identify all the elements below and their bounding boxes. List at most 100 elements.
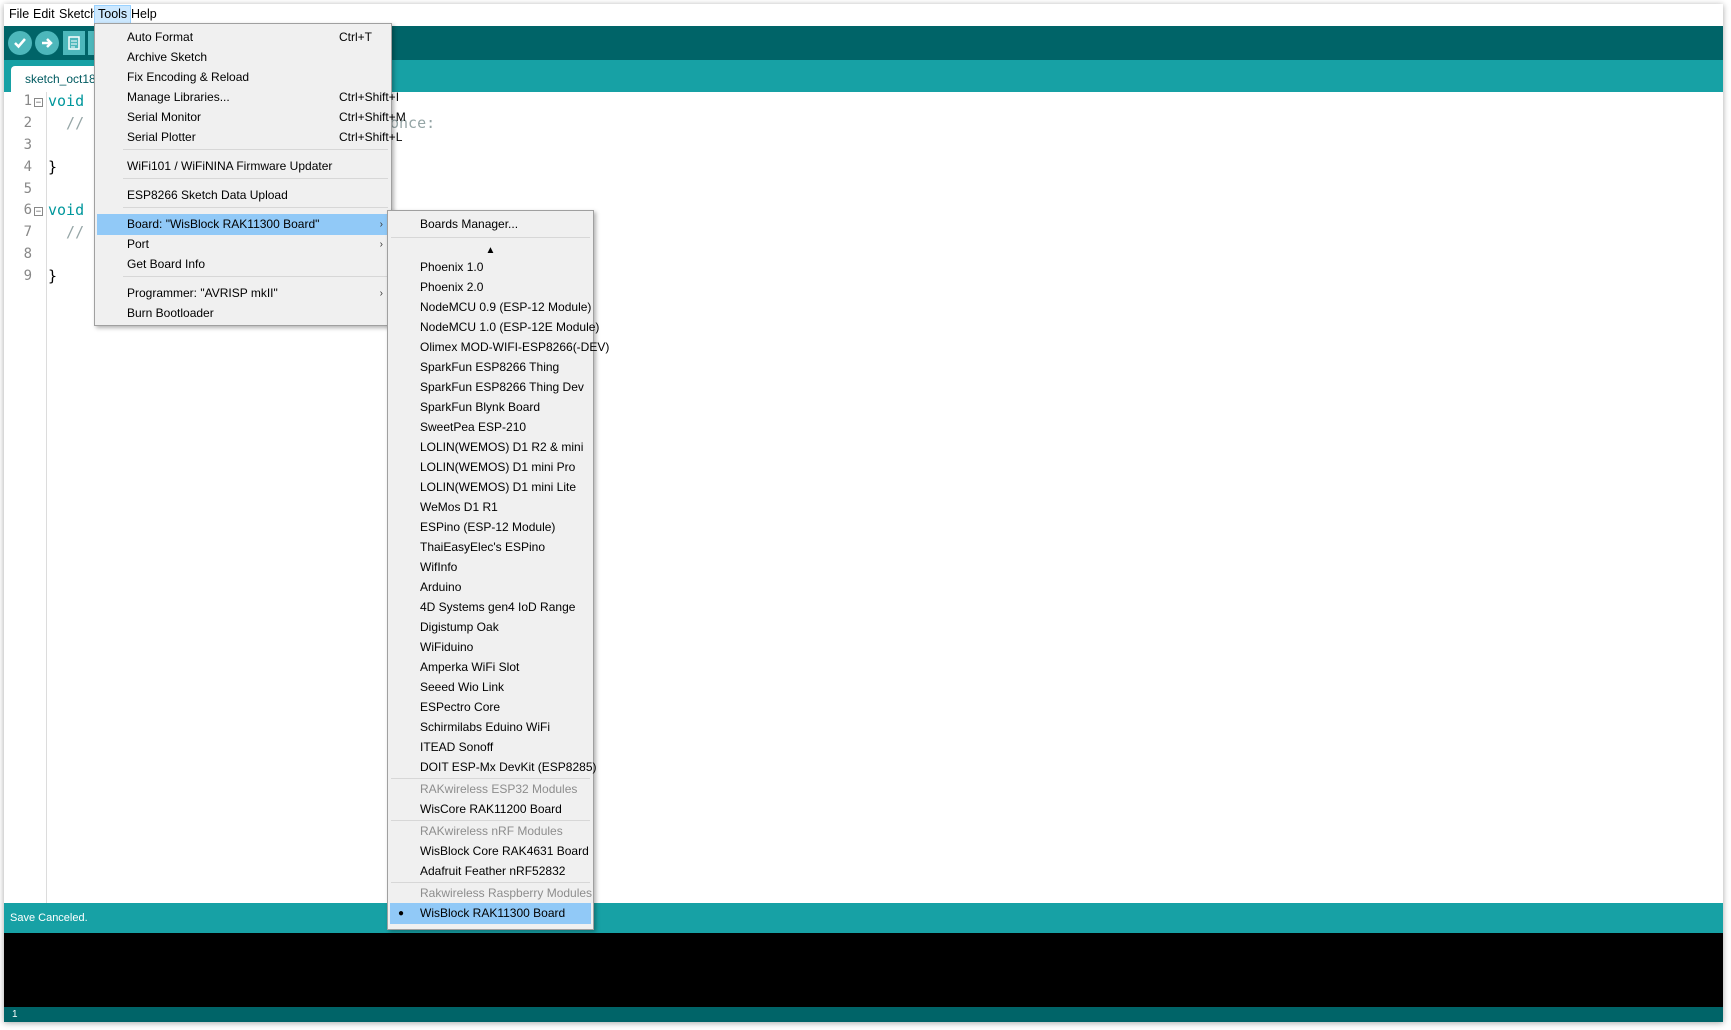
menu-item-label: WifInfo bbox=[420, 560, 458, 574]
board-item[interactable]: SparkFun ESP8266 Thing Dev bbox=[390, 377, 591, 398]
board-item[interactable]: SweetPea ESP-210 bbox=[390, 417, 591, 438]
line-number: 1 bbox=[23, 93, 32, 109]
menu-separator bbox=[123, 276, 388, 277]
board-item[interactable]: Olimex MOD-WIFI-ESP8266(-DEV) bbox=[390, 337, 609, 358]
menu-file[interactable]: File bbox=[6, 6, 32, 23]
arduino-ide-window: File Edit Sketch Tools Help sketch_oct18… bbox=[4, 4, 1723, 1022]
menu-item-label: Serial Monitor bbox=[127, 110, 202, 124]
board-item-selected[interactable]: WisBlock RAK11300 Board ● bbox=[390, 903, 591, 924]
board-item[interactable]: Arduino bbox=[390, 577, 591, 598]
menu-item-label: SparkFun Blynk Board bbox=[420, 400, 541, 414]
boards-manager-item[interactable]: Boards Manager... bbox=[390, 214, 591, 235]
menu-item-label: Seeed Wio Link bbox=[420, 680, 505, 694]
menu-item-esp8266-data-upload[interactable]: ESP8266 Sketch Data Upload bbox=[97, 185, 389, 206]
menu-item-label: Arduino bbox=[420, 580, 462, 594]
menu-item-serial-monitor[interactable]: Serial Monitor Ctrl+Shift+M bbox=[97, 107, 406, 128]
menu-item-label: WisBlock Core RAK4631 Board bbox=[420, 844, 589, 858]
board-group-header: Rakwireless Raspberry Modules bbox=[390, 883, 592, 904]
menu-item-manage-libraries[interactable]: Manage Libraries... Ctrl+Shift+I bbox=[97, 87, 399, 108]
upload-button[interactable] bbox=[35, 31, 59, 55]
menu-separator bbox=[123, 207, 388, 208]
board-item[interactable]: ITEAD Sonoff bbox=[390, 737, 591, 758]
line-number: 9 bbox=[23, 268, 32, 284]
menu-item-label: Fix Encoding & Reload bbox=[127, 70, 250, 84]
board-item[interactable]: LOLIN(WEMOS) D1 mini Pro bbox=[390, 457, 591, 478]
menu-item-archive-sketch[interactable]: Archive Sketch bbox=[97, 47, 389, 68]
board-item[interactable]: WeMos D1 R1 bbox=[390, 497, 591, 518]
board-item[interactable]: NodeMCU 0.9 (ESP-12 Module) bbox=[390, 297, 591, 318]
console-output bbox=[4, 933, 1723, 1007]
menu-item-label: LOLIN(WEMOS) D1 mini Pro bbox=[420, 460, 576, 474]
board-item[interactable]: WifInfo bbox=[390, 557, 591, 578]
board-item[interactable]: WisBlock Core RAK4631 Board bbox=[390, 841, 591, 862]
board-item[interactable]: ESPino (ESP-12 Module) bbox=[390, 517, 591, 538]
menu-item-get-board-info[interactable]: Get Board Info bbox=[97, 254, 389, 275]
new-button[interactable] bbox=[63, 31, 85, 55]
line-number: 2 bbox=[23, 115, 32, 131]
menu-item-label: DOIT ESP-Mx DevKit (ESP8285) bbox=[420, 760, 597, 774]
fold-toggle-icon[interactable]: − bbox=[34, 207, 43, 217]
line-number: 8 bbox=[23, 246, 32, 262]
shortcut-label: Ctrl+Shift+L bbox=[339, 130, 403, 144]
menu-item-firmware-updater[interactable]: WiFi101 / WiFiNINA Firmware Updater bbox=[97, 156, 389, 177]
fold-toggle-icon[interactable]: − bbox=[34, 98, 43, 108]
menu-item-label: Amperka WiFi Slot bbox=[420, 660, 520, 674]
board-item[interactable]: Phoenix 2.0 bbox=[390, 277, 591, 298]
code-line: } bbox=[48, 267, 57, 285]
menu-item-burn-bootloader[interactable]: Burn Bootloader bbox=[97, 303, 389, 324]
menu-item-label: ESP8266 Sketch Data Upload bbox=[127, 188, 288, 202]
menu-item-label: ESPectro Core bbox=[420, 700, 501, 714]
menu-item-label: Archive Sketch bbox=[127, 50, 208, 64]
board-item[interactable]: Seeed Wio Link bbox=[390, 677, 591, 698]
bottom-bar: 1 bbox=[4, 1007, 1723, 1022]
menu-item-port[interactable]: Port › bbox=[97, 234, 389, 255]
menu-item-label: NodeMCU 0.9 (ESP-12 Module) bbox=[420, 300, 592, 314]
board-item[interactable]: LOLIN(WEMOS) D1 R2 & mini bbox=[390, 437, 591, 458]
menu-item-programmer[interactable]: Programmer: "AVRISP mkII" › bbox=[97, 283, 389, 304]
board-item[interactable]: Amperka WiFi Slot bbox=[390, 657, 591, 678]
code-text: } bbox=[48, 158, 58, 176]
board-item[interactable]: WisCore RAK11200 Board bbox=[390, 799, 591, 820]
menu-item-serial-plotter[interactable]: Serial Plotter Ctrl+Shift+L bbox=[97, 127, 402, 148]
menu-item-label: Olimex MOD-WIFI-ESP8266(-DEV) bbox=[420, 340, 610, 354]
menu-item-label: Auto Format bbox=[127, 30, 194, 44]
menu-item-label: Phoenix 2.0 bbox=[420, 280, 484, 294]
shortcut-label: Ctrl+Shift+I bbox=[339, 90, 400, 104]
status-message: Save Canceled. bbox=[10, 912, 88, 924]
menu-item-label: NodeMCU 1.0 (ESP-12E Module) bbox=[420, 320, 600, 334]
menu-tools[interactable]: Tools bbox=[94, 5, 132, 24]
menu-item-label: WiFi101 / WiFiNINA Firmware Updater bbox=[127, 159, 333, 173]
board-item[interactable]: ThaiEasyElec's ESPino bbox=[390, 537, 591, 558]
verify-button[interactable] bbox=[8, 31, 32, 55]
board-group-header: RAKwireless nRF Modules bbox=[390, 821, 591, 842]
board-item[interactable]: NodeMCU 1.0 (ESP-12E Module) bbox=[390, 317, 599, 338]
board-item[interactable]: Adafruit Feather nRF52832 bbox=[390, 861, 591, 882]
menu-item-label: Serial Plotter bbox=[127, 130, 196, 144]
board-item[interactable]: DOIT ESP-Mx DevKit (ESP8285) bbox=[390, 757, 597, 778]
board-item[interactable]: SparkFun ESP8266 Thing bbox=[390, 357, 591, 378]
board-item[interactable]: Schirmilabs Eduino WiFi bbox=[390, 717, 591, 738]
menu-item-board-selector[interactable]: Board: "WisBlock RAK11300 Board" › bbox=[97, 214, 389, 235]
board-item[interactable]: ESPectro Core bbox=[390, 697, 591, 718]
menu-item-label: Programmer: "AVRISP mkII" bbox=[127, 286, 278, 300]
board-item[interactable]: 4D Systems gen4 IoD Range bbox=[390, 597, 591, 618]
tools-menu: Auto Format Ctrl+T Archive Sketch Fix Encod… bbox=[94, 23, 406, 326]
menu-edit[interactable]: Edit bbox=[30, 6, 58, 23]
board-item[interactable]: SparkFun Blynk Board bbox=[390, 397, 591, 418]
board-item[interactable]: Digistump Oak bbox=[390, 617, 591, 638]
menu-item-label: Phoenix 1.0 bbox=[420, 260, 484, 274]
board-item[interactable]: WiFiduino bbox=[390, 637, 591, 658]
board-item[interactable]: LOLIN(WEMOS) D1 mini Lite bbox=[390, 477, 591, 498]
shortcut-label: Ctrl+T bbox=[339, 30, 372, 44]
menu-item-label: Digistump Oak bbox=[420, 620, 499, 634]
menu-item-label: WisBlock RAK11300 Board bbox=[420, 906, 566, 920]
menu-item-auto-format[interactable]: Auto Format Ctrl+T bbox=[97, 27, 389, 48]
menu-item-label: Board: "WisBlock RAK11300 Board" bbox=[127, 217, 320, 231]
menu-help[interactable]: Help bbox=[128, 6, 160, 23]
menu-item-label: LOLIN(WEMOS) D1 mini Lite bbox=[420, 480, 577, 494]
menu-item-label: WeMos D1 R1 bbox=[420, 500, 498, 514]
submenu-arrow-icon: › bbox=[379, 239, 383, 250]
menu-item-label: WisCore RAK11200 Board bbox=[420, 802, 562, 816]
board-item[interactable]: Phoenix 1.0 bbox=[390, 257, 591, 278]
menu-item-fix-encoding[interactable]: Fix Encoding & Reload bbox=[97, 67, 389, 88]
